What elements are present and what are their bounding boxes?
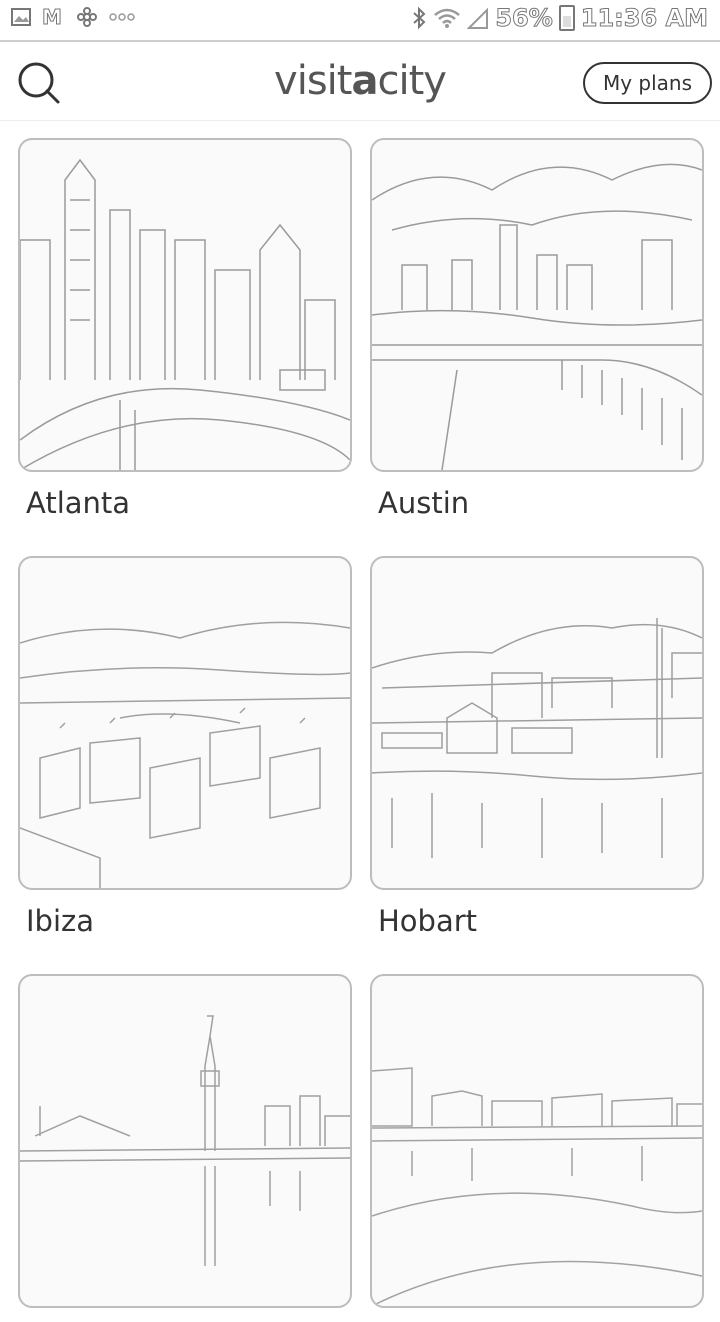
brand-text-right: city: [377, 58, 446, 104]
my-plans-button[interactable]: My plans: [582, 62, 712, 104]
flower-icon: [77, 7, 97, 27]
tower-skyline-image: [20, 1015, 350, 1266]
image-icon: [11, 8, 31, 26]
city-image-atlanta: [18, 138, 352, 472]
city-image-6: [370, 974, 704, 1308]
city-image-hobart: [370, 556, 704, 890]
city-card-austin[interactable]: Austin: [370, 138, 704, 520]
city-name: Austin: [378, 486, 470, 520]
status-bar: M 56% 11:36 AM: [0, 0, 720, 42]
status-left: M: [10, 6, 136, 28]
svg-text:M: M: [42, 6, 62, 28]
wifi-icon: [434, 8, 461, 28]
brand-text-mid: a: [351, 58, 378, 104]
app-bar: visitacity My plans: [0, 42, 720, 121]
atlanta-skyline-image: [20, 158, 350, 470]
brand-text-left: visit: [274, 58, 352, 104]
clock: 11:36 AM: [580, 4, 708, 33]
city-image-5: [18, 974, 352, 1308]
austin-riverwalk-image: [372, 163, 702, 470]
city-image-austin: [370, 138, 704, 472]
battery-icon: [558, 5, 575, 31]
city-card-5[interactable]: [18, 974, 352, 1322]
ibiza-harbor-image: [20, 621, 350, 888]
city-card-6[interactable]: [370, 974, 704, 1322]
battery-percent: 56%: [495, 4, 553, 33]
gmail-icon: M: [42, 6, 62, 28]
city-name: Ibiza: [26, 904, 95, 938]
city-name: Atlanta: [26, 486, 131, 520]
signal-icon: [467, 7, 489, 29]
city-image-ibiza: [18, 556, 352, 890]
status-right: 56% 11:36 AM: [411, 4, 709, 33]
city-name: Hobart: [378, 904, 478, 938]
bluetooth-icon: [413, 6, 426, 30]
city-card-ibiza[interactable]: Ibiza: [18, 556, 352, 938]
hobart-waterfront-image: [372, 618, 702, 858]
more-icon: [109, 13, 135, 21]
city-card-atlanta[interactable]: Atlanta: [18, 138, 352, 520]
lakefront-image: [372, 1067, 702, 1306]
city-card-hobart[interactable]: Hobart: [370, 556, 704, 938]
